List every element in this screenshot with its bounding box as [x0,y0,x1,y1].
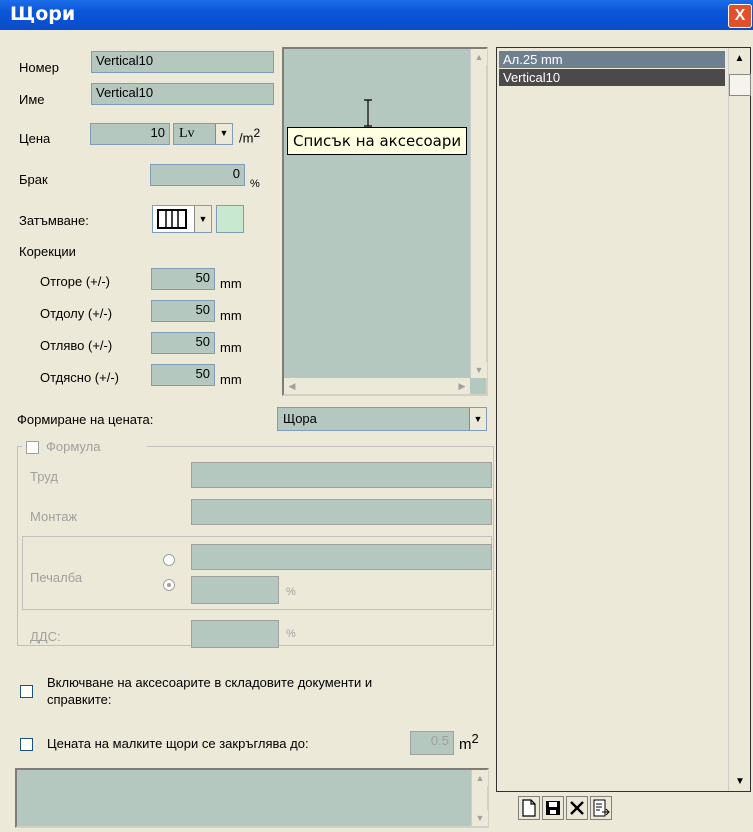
chevron-down-icon[interactable]: ▼ [194,206,211,232]
scroll-up-icon[interactable]: ▲ [471,49,487,65]
delete-icon [570,801,584,815]
scroll-down-icon[interactable]: ▼ [472,810,488,826]
round-price-unit: m2 [459,731,479,753]
price-unit-sup: 2 [253,126,261,140]
scroll-right-icon[interactable]: ▶ [454,378,470,394]
left-field[interactable]: 50 [151,332,215,354]
include-accessories-label-1: Включване на аксесоарите в складовите до… [47,675,373,690]
price-unit: /m2 [239,126,260,145]
bottom-field[interactable]: 50 [151,300,215,322]
right-field[interactable]: 50 [151,364,215,386]
list-item[interactable]: Vertical10 [499,69,725,86]
formula-checkbox[interactable] [26,441,39,454]
save-icon [546,801,560,815]
accessories-vscrollbar[interactable]: ▲ ▼ [470,49,487,378]
radio-dot-icon [167,583,171,587]
pricing-value: Щора [283,411,317,426]
pricing-label: Формиране на цената: [17,412,154,427]
profit-label: Печалба [30,570,83,585]
round-price-label: Цената на малките щори се закръглява до: [47,736,309,751]
price-unit-text: /m [239,130,254,146]
new-icon [522,799,536,817]
labour-field[interactable] [191,462,492,488]
formula-header: Формула [22,439,147,455]
bottom-label: Отдолу (+/-) [40,306,113,321]
price-field[interactable]: 10 [90,123,170,145]
profit-percent-field[interactable] [191,576,279,604]
right-unit: mm [220,372,242,387]
shading-label: Затъмване: [19,213,89,228]
close-button[interactable]: X [728,4,752,28]
price-label: Цена [19,131,51,146]
list-item[interactable]: Ал.25 mm [499,51,725,68]
waste-field[interactable]: 0 [150,164,245,186]
round-price-field[interactable]: 0.5 [410,731,454,755]
corrections-label: Корекции [19,244,76,259]
notes-vscrollbar[interactable]: ▲ ▼ [471,770,488,826]
number-label: Номер [19,60,60,75]
top-field[interactable]: 50 [151,268,215,290]
vat-unit: % [286,628,296,640]
scroll-left-icon[interactable]: ◀ [284,378,300,394]
waste-label: Брак [19,172,48,187]
vat-field[interactable] [191,620,279,648]
shade-color-swatch[interactable] [216,205,244,233]
install-label: Монтаж [30,509,78,524]
export-button[interactable] [590,796,612,820]
delete-button[interactable] [566,796,588,820]
round-price-unit-text: m [459,736,472,753]
scroll-down-icon[interactable]: ▼ [729,776,751,787]
waste-unit: % [250,178,260,190]
scroll-down-icon[interactable]: ▼ [471,362,487,378]
vat-label: ДДС: [30,629,61,644]
name-field[interactable]: Vertical10 [91,83,274,105]
left-label: Отляво (+/-) [40,338,113,353]
chevron-down-icon[interactable]: ▼ [215,124,232,144]
scroll-thumb[interactable] [729,74,751,96]
left-unit: mm [220,340,242,355]
currency-select[interactable]: Lv ▼ [173,123,233,145]
blinds-list[interactable]: Ал.25 mm Vertical10 ▲ ▼ [496,47,751,792]
round-price-checkbox[interactable] [20,738,33,751]
close-icon: X [734,7,746,24]
install-field[interactable] [191,499,492,525]
profit-percent-unit: % [286,586,296,598]
profit-percent-radio[interactable] [163,579,175,591]
include-accessories-checkbox[interactable] [20,685,33,698]
right-label: Отдясно (+/-) [40,370,119,385]
accessories-hscrollbar[interactable]: ◀ ▶ [284,378,470,394]
accessories-tooltip: Списък на аксесоари [287,127,468,155]
blinds-list-scrollbar[interactable]: ▲ ▼ [728,48,751,791]
chevron-down-icon[interactable]: ▼ [469,408,486,430]
save-button[interactable] [542,796,564,820]
top-unit: mm [220,276,242,291]
formula-label: Формула [46,439,101,454]
top-label: Отгоре (+/-) [40,274,111,289]
export-icon [593,799,610,817]
shading-pattern-select[interactable]: ▼ [152,205,212,233]
profit-absolute-field[interactable] [191,544,492,570]
profit-absolute-radio[interactable] [163,554,175,566]
round-price-unit-sup: 2 [471,731,479,746]
labour-label: Труд [30,469,58,484]
scroll-up-icon[interactable]: ▲ [729,48,750,64]
currency-value: Lv [179,126,195,141]
accessories-list[interactable]: ▲ ▼ ◀ ▶ [282,47,488,396]
title-bar: Щори X [0,0,753,30]
text-cursor-icon [364,99,372,127]
vertical-lines-pattern-icon [157,209,187,229]
include-accessories-label-2: справките: [47,692,112,707]
notes-field[interactable]: ▲ ▼ [15,768,489,828]
name-label: Име [19,92,45,107]
new-button[interactable] [518,796,540,820]
number-field[interactable]: Vertical10 [91,51,274,73]
window-title: Щори [10,3,76,25]
pricing-select[interactable]: Щора ▼ [277,407,487,431]
scroll-up-icon[interactable]: ▲ [472,770,488,786]
bottom-unit: mm [220,308,242,323]
